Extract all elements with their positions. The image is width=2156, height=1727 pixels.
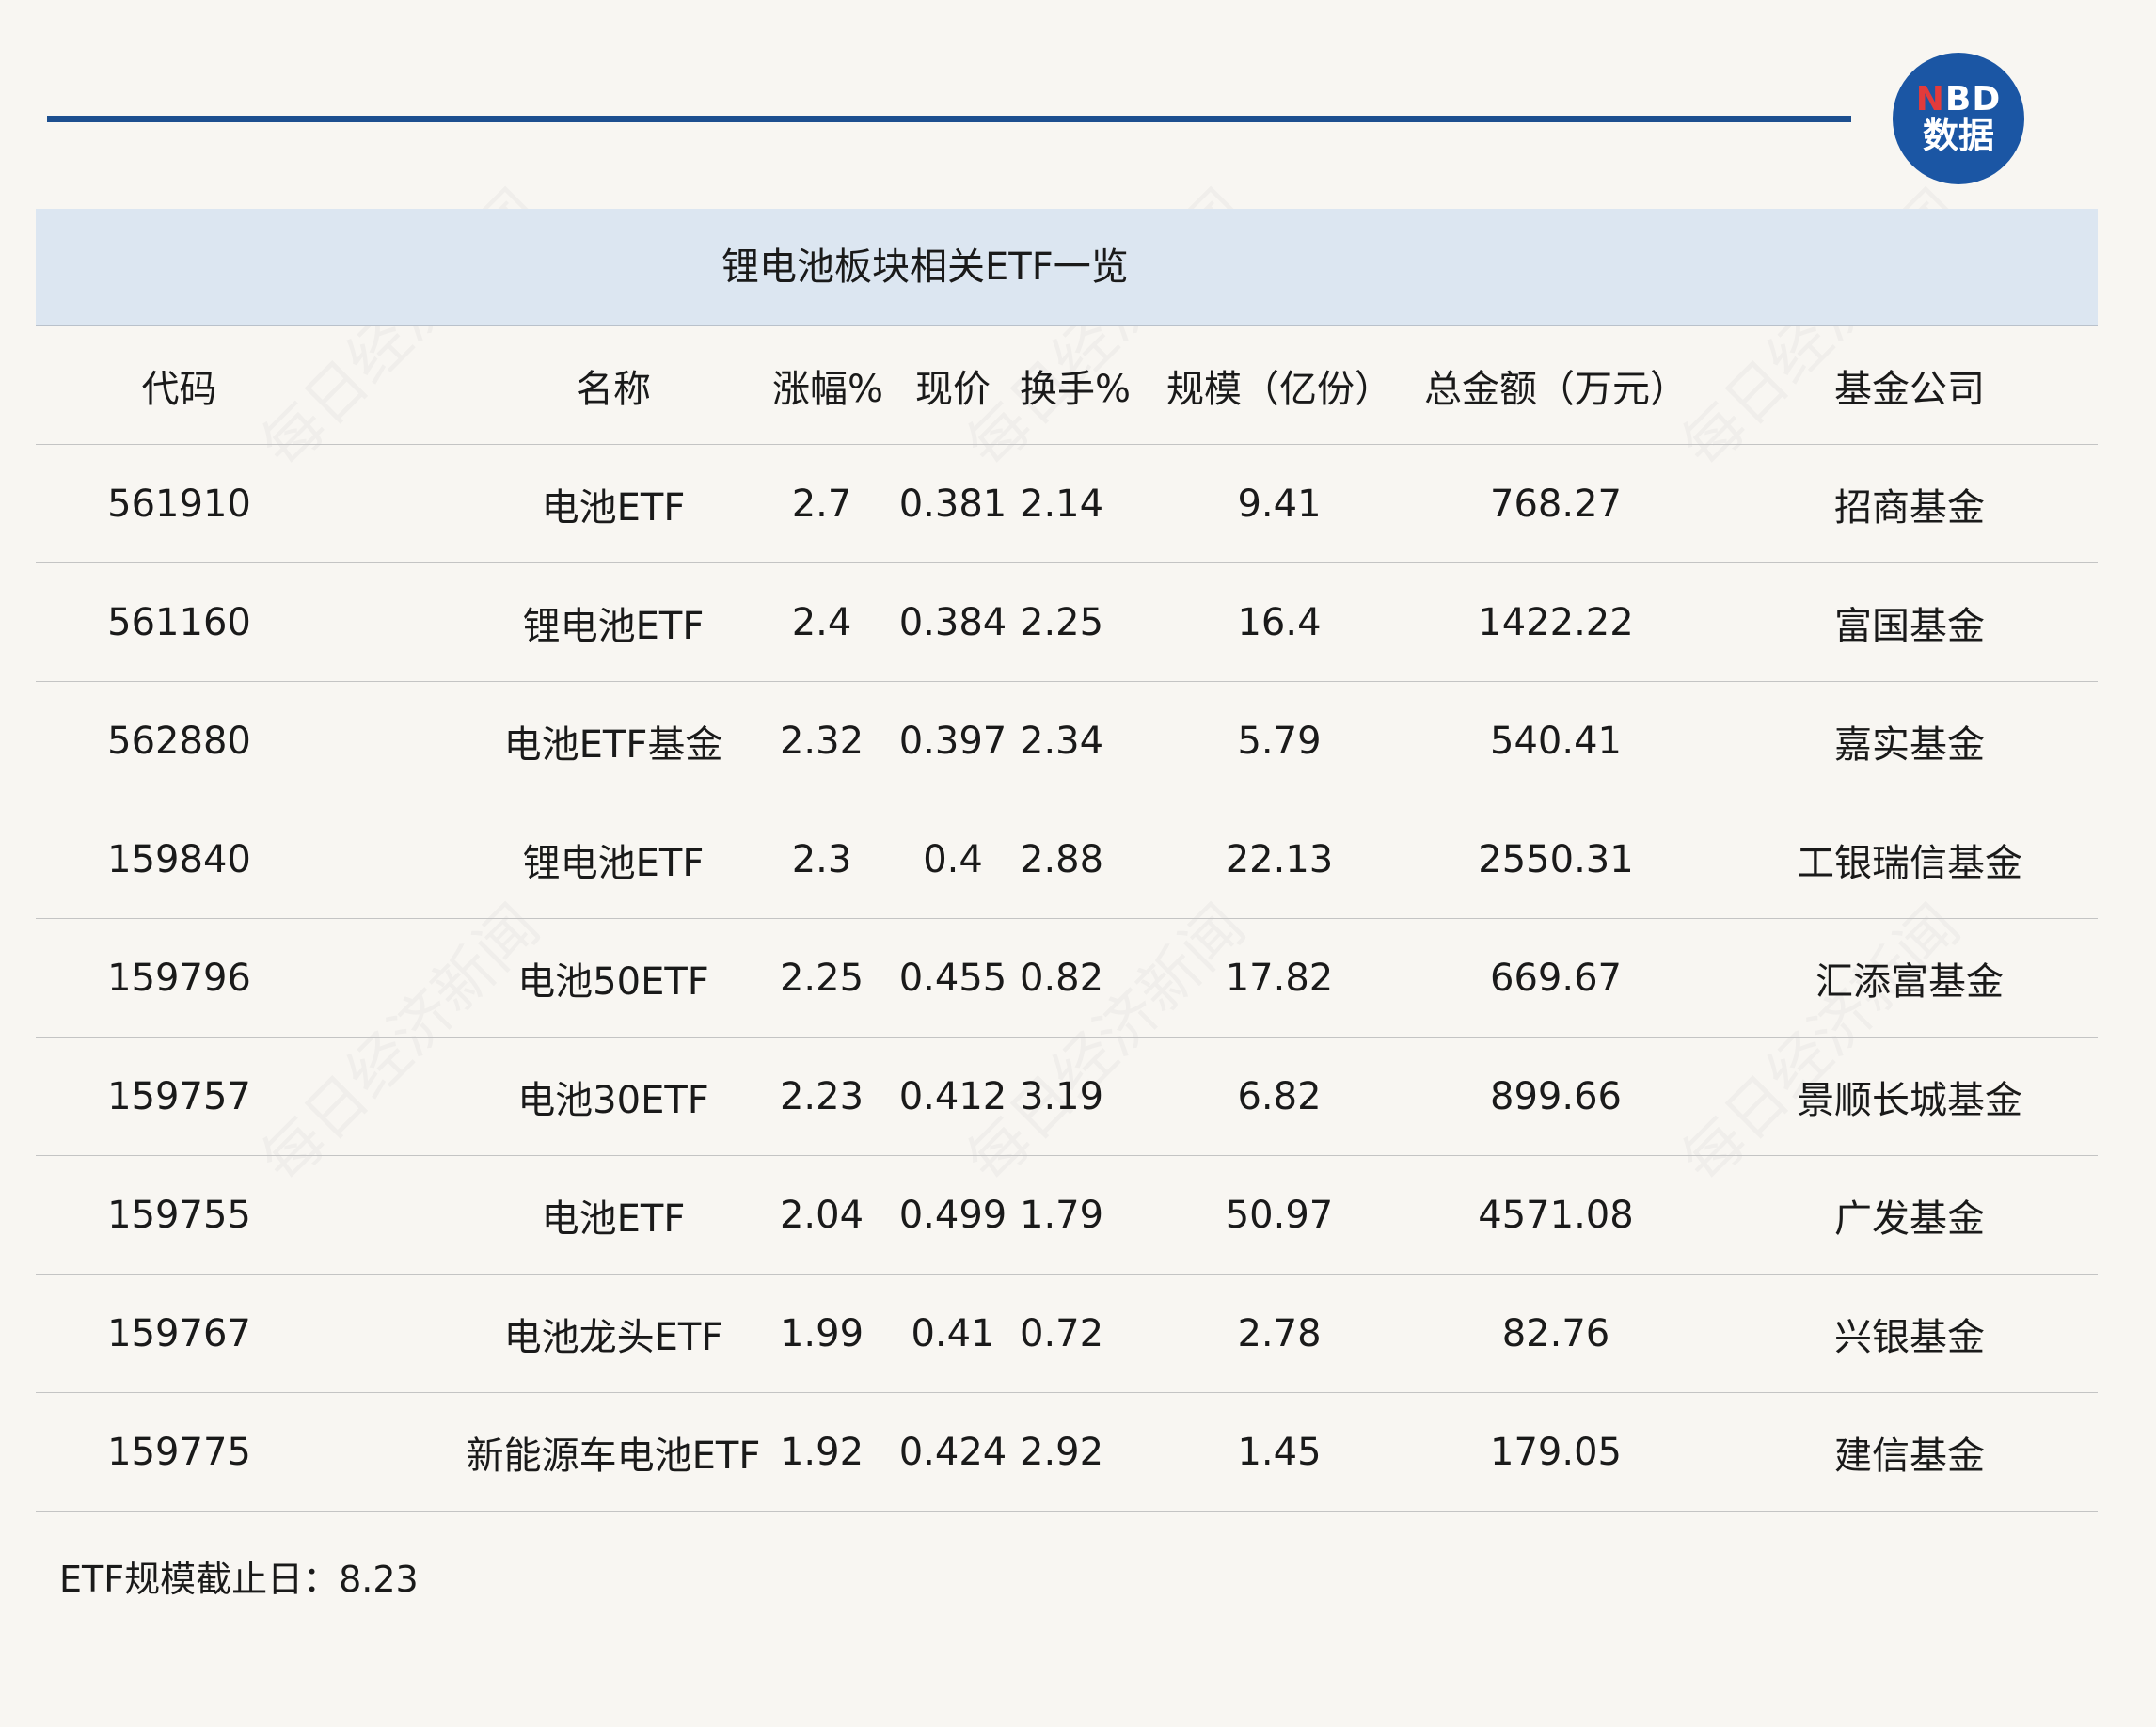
header-code: 代码 <box>141 367 217 411</box>
cell-amount: 179.05 <box>1490 1430 1622 1474</box>
cell-code: 561160 <box>107 600 251 644</box>
cell-name: 锂电池ETF <box>522 604 705 648</box>
table-row: 561910 电池ETF 2.7 0.381 2.14 9.41 768.27 招商基金 <box>36 445 2098 563</box>
cell-turnover: 2.25 <box>1020 600 1104 644</box>
cell-scale: 17.82 <box>1225 956 1334 1000</box>
cell-turnover: 2.88 <box>1020 837 1104 881</box>
cell-company: 招商基金 <box>1834 485 1985 530</box>
table-row: 159796 电池50ETF 2.25 0.455 0.82 17.82 669.67 汇添富… <box>36 919 2098 1038</box>
table-title-band: 锂电池板块相关ETF一览 <box>36 209 2098 326</box>
table-row: 159775 新能源车电池ETF 1.92 0.424 2.92 1.45 179.05 建信… <box>36 1393 2098 1512</box>
cell-change: 1.99 <box>779 1311 864 1355</box>
cell-scale: 50.97 <box>1225 1193 1334 1237</box>
etf-table: 锂电池板块相关ETF一览 代码 名称 涨幅% 现价 换手% 规模（亿份） 总金额… <box>36 209 2098 1512</box>
logo-n: N <box>1915 80 1945 119</box>
footnote: ETF规模截止日：8.23 <box>59 1559 419 1600</box>
header-scale: 规模（亿份） <box>1166 367 1392 411</box>
cell-name: 新能源车电池ETF <box>466 1434 761 1478</box>
cell-name: 锂电池ETF <box>522 841 705 885</box>
cell-change: 2.3 <box>791 837 852 881</box>
cell-change: 2.4 <box>791 600 852 644</box>
cell-code: 159755 <box>107 1193 251 1237</box>
cell-scale: 16.4 <box>1237 600 1322 644</box>
cell-code: 159840 <box>107 837 251 881</box>
header-change: 涨幅% <box>772 367 884 411</box>
header-name: 名称 <box>576 367 651 411</box>
table-title: 锂电池板块相关ETF一览 <box>721 246 1129 289</box>
cell-name: 电池龙头ETF <box>503 1315 723 1359</box>
header-amount: 总金额（万元） <box>1424 367 1688 411</box>
table-row: 561160 锂电池ETF 2.4 0.384 2.25 16.4 1422.22 富国基金 <box>36 563 2098 682</box>
cell-turnover: 2.34 <box>1020 719 1104 763</box>
cell-amount: 768.27 <box>1490 482 1622 526</box>
table-header-row: 代码 名称 涨幅% 现价 换手% 规模（亿份） 总金额（万元） 基金公司 <box>36 326 2098 445</box>
logo-line-2: 数据 <box>1922 114 1994 156</box>
cell-turnover: 3.19 <box>1020 1074 1104 1118</box>
cell-scale: 5.79 <box>1237 719 1322 763</box>
cell-code: 159775 <box>107 1430 251 1474</box>
cell-scale: 9.41 <box>1237 482 1322 526</box>
table-row: 159755 电池ETF 2.04 0.499 1.79 50.97 4571.08 广发基金 <box>36 1156 2098 1275</box>
cell-company: 建信基金 <box>1834 1434 1985 1478</box>
cell-code: 562880 <box>107 719 251 763</box>
cell-change: 2.23 <box>779 1074 864 1118</box>
cell-change: 2.04 <box>779 1193 864 1237</box>
cell-name: 电池ETF基金 <box>503 722 723 767</box>
cell-code: 159767 <box>107 1311 251 1355</box>
cell-amount: 2550.31 <box>1478 837 1634 881</box>
nbd-data-logo: NBD 数据 <box>1893 53 2024 184</box>
cell-scale: 2.78 <box>1237 1311 1322 1355</box>
cell-amount: 82.76 <box>1501 1311 1610 1355</box>
cell-company: 汇添富基金 <box>1815 959 2004 1004</box>
cell-turnover: 1.79 <box>1020 1193 1104 1237</box>
cell-turnover: 2.14 <box>1020 482 1104 526</box>
cell-company: 富国基金 <box>1834 604 1985 648</box>
table-row: 159840 锂电池ETF 2.3 0.4 2.88 22.13 2550.31 工银瑞信基金 <box>36 800 2098 919</box>
cell-amount: 540.41 <box>1490 719 1622 763</box>
cell-change: 2.7 <box>791 482 852 526</box>
table-row: 159767 电池龙头ETF 1.99 0.41 0.72 2.78 82.76 兴银基金 <box>36 1275 2098 1393</box>
cell-name: 电池30ETF <box>517 1078 709 1122</box>
cell-company: 兴银基金 <box>1834 1315 1985 1359</box>
table-body: 561910 电池ETF 2.7 0.381 2.14 9.41 768.27 招商基金 561… <box>36 445 2098 1512</box>
cell-company: 广发基金 <box>1834 1196 1985 1241</box>
cell-code: 561910 <box>107 482 251 526</box>
table-row: 159757 电池30ETF 2.23 0.412 3.19 6.82 899.66 景顺长城… <box>36 1038 2098 1156</box>
cell-amount: 4571.08 <box>1478 1193 1634 1237</box>
cell-name: 电池ETF <box>541 485 686 530</box>
cell-turnover: 0.72 <box>1020 1311 1104 1355</box>
cell-amount: 1422.22 <box>1478 600 1634 644</box>
cell-company: 工银瑞信基金 <box>1797 841 2022 885</box>
cell-name: 电池ETF <box>541 1196 686 1241</box>
cell-change: 2.32 <box>779 719 864 763</box>
cell-turnover: 2.92 <box>1020 1430 1104 1474</box>
cell-amount: 669.67 <box>1490 956 1622 1000</box>
cell-scale: 6.82 <box>1237 1074 1322 1118</box>
top-rule <box>47 116 1851 122</box>
logo-bd: BD <box>1944 80 2002 119</box>
logo-line-1: NBD <box>1916 82 2001 118</box>
cell-turnover: 0.82 <box>1020 956 1104 1000</box>
header-company: 基金公司 <box>1834 367 1985 411</box>
cell-amount: 899.66 <box>1490 1074 1622 1118</box>
header-turnover: 换手% <box>1020 367 1132 411</box>
cell-code: 159757 <box>107 1074 251 1118</box>
cell-name: 电池50ETF <box>517 959 709 1004</box>
cell-code: 159796 <box>107 956 251 1000</box>
table-row: 562880 电池ETF基金 2.32 0.397 2.34 5.79 540.41 嘉实基金 <box>36 682 2098 800</box>
cell-change: 1.92 <box>779 1430 864 1474</box>
cell-scale: 22.13 <box>1225 837 1334 881</box>
cell-company: 嘉实基金 <box>1834 722 1985 767</box>
cell-change: 2.25 <box>779 956 864 1000</box>
cell-company: 景顺长城基金 <box>1797 1078 2022 1122</box>
cell-scale: 1.45 <box>1237 1430 1322 1474</box>
